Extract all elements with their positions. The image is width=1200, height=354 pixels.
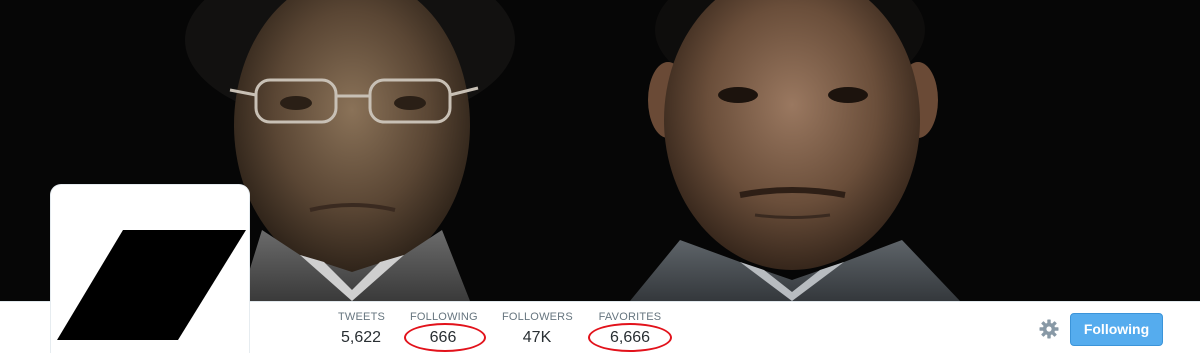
- following-button[interactable]: Following: [1070, 313, 1163, 346]
- stat-followers-label: FOLLOWERS: [502, 311, 573, 323]
- stat-tweets[interactable]: TWEETS 5,622: [338, 311, 386, 349]
- stat-followers-value: 47K: [522, 329, 552, 346]
- stat-tweets-value: 5,622: [340, 329, 382, 346]
- stat-following[interactable]: FOLLOWING 666: [410, 311, 478, 349]
- gear-icon-glyph: [1039, 319, 1059, 339]
- stat-tweets-label: TWEETS: [338, 311, 386, 323]
- stat-following-label: FOLLOWING: [410, 311, 478, 323]
- stat-following-value: 666: [429, 329, 457, 346]
- stat-favorites[interactable]: FAVORITES 6,666: [596, 311, 664, 349]
- stat-favorites-label: FAVORITES: [598, 311, 662, 323]
- avatar[interactable]: [50, 184, 250, 353]
- stat-favorites-value: 6,666: [609, 329, 651, 346]
- stat-followers[interactable]: FOLLOWERS 47K: [502, 311, 573, 349]
- avatar-logo-icon: [57, 230, 246, 340]
- gear-icon[interactable]: [1038, 318, 1060, 340]
